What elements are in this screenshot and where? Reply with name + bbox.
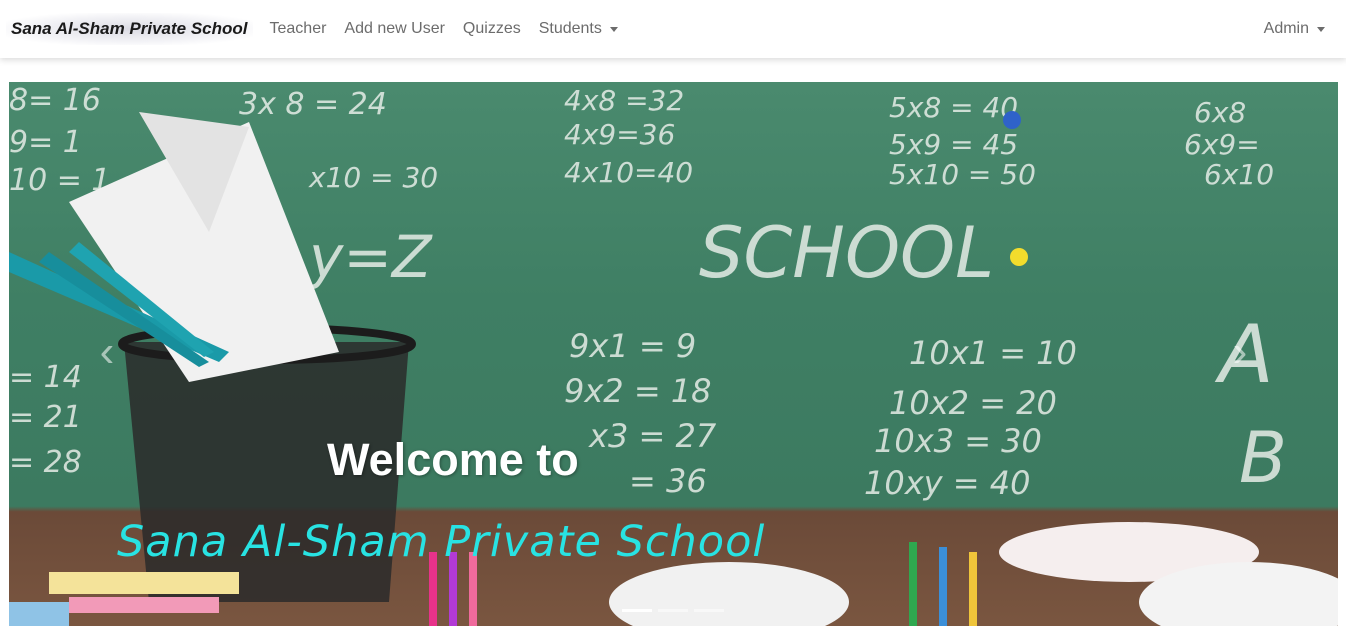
svg-text:= 21: = 21 [9,400,82,435]
svg-text:4x8 =32: 4x8 =32 [564,84,684,117]
carousel-next-control[interactable]: › [1220,322,1260,382]
hero-carousel: 8= 16 3x 8 = 24 4x8 =32 5x8 = 40 6x8 9= … [9,82,1338,626]
svg-text:= 28: = 28 [9,445,82,480]
brand-logo-text[interactable]: Sana Al-Sham Private School [6,13,253,45]
carousel-indicator-3[interactable] [694,609,724,612]
svg-text:8= 16: 8= 16 [9,83,101,118]
carousel-indicator-2[interactable] [658,609,688,612]
nav-teacher[interactable]: Teacher [261,20,336,38]
chevron-right-icon: › [1232,327,1248,376]
svg-text:y=Z: y=Z [307,223,433,291]
nav-students-dropdown[interactable]: Students [530,20,627,38]
nav-add-new-user[interactable]: Add new User [335,20,454,38]
svg-text:9x1 = 9: 9x1 = 9 [569,327,696,365]
admin-user-dropdown[interactable]: Admin [1255,20,1334,38]
svg-text:= 36: = 36 [629,462,707,500]
carousel-indicators [622,609,724,612]
svg-text:6x8: 6x8 [1194,96,1246,129]
svg-text:B: B [1239,417,1287,499]
carousel-prev-control[interactable]: ‹ [87,322,127,382]
svg-text:10x1 = 10: 10x1 = 10 [909,334,1077,372]
svg-text:9x2 = 18: 9x2 = 18 [564,372,712,410]
admin-label: Admin [1263,20,1309,37]
svg-text:5x10 = 50: 5x10 = 50 [889,158,1036,191]
svg-text:5x8 = 40: 5x8 = 40 [889,91,1018,124]
nav-students-label: Students [538,20,602,37]
caret-down-icon [609,26,618,32]
svg-text:10x3 = 30: 10x3 = 30 [874,422,1042,460]
carousel-caption-title: Welcome to [327,434,579,485]
svg-text:4x9=36: 4x9=36 [564,118,675,151]
carousel-caption-subtitle: Sana Al-Sham Private School [117,517,766,567]
svg-text:SCHOOL: SCHOOL [699,212,994,294]
svg-text:9= 1: 9= 1 [9,125,82,160]
svg-text:10x2 = 20: 10x2 = 20 [889,384,1057,422]
nav-quizzes[interactable]: Quizzes [454,20,530,38]
carousel-indicator-1[interactable] [622,609,652,612]
svg-text:x10 = 30: x10 = 30 [308,161,438,194]
svg-text:3x 8 = 24: 3x 8 = 24 [239,87,387,122]
svg-text:= 14: = 14 [9,360,82,395]
chevron-left-icon: ‹ [99,327,115,376]
top-navbar: Sana Al-Sham Private School Teacher Add … [0,0,1346,58]
caret-down-icon [1317,26,1325,32]
svg-text:4x10=40: 4x10=40 [564,156,693,189]
svg-text:5x9 = 45: 5x9 = 45 [889,128,1018,161]
svg-text:6x10: 6x10 [1204,158,1274,191]
svg-text:10xy = 40: 10xy = 40 [864,464,1030,502]
svg-text:6x9=: 6x9= [1184,128,1260,161]
svg-text:x3 = 27: x3 = 27 [588,417,717,455]
